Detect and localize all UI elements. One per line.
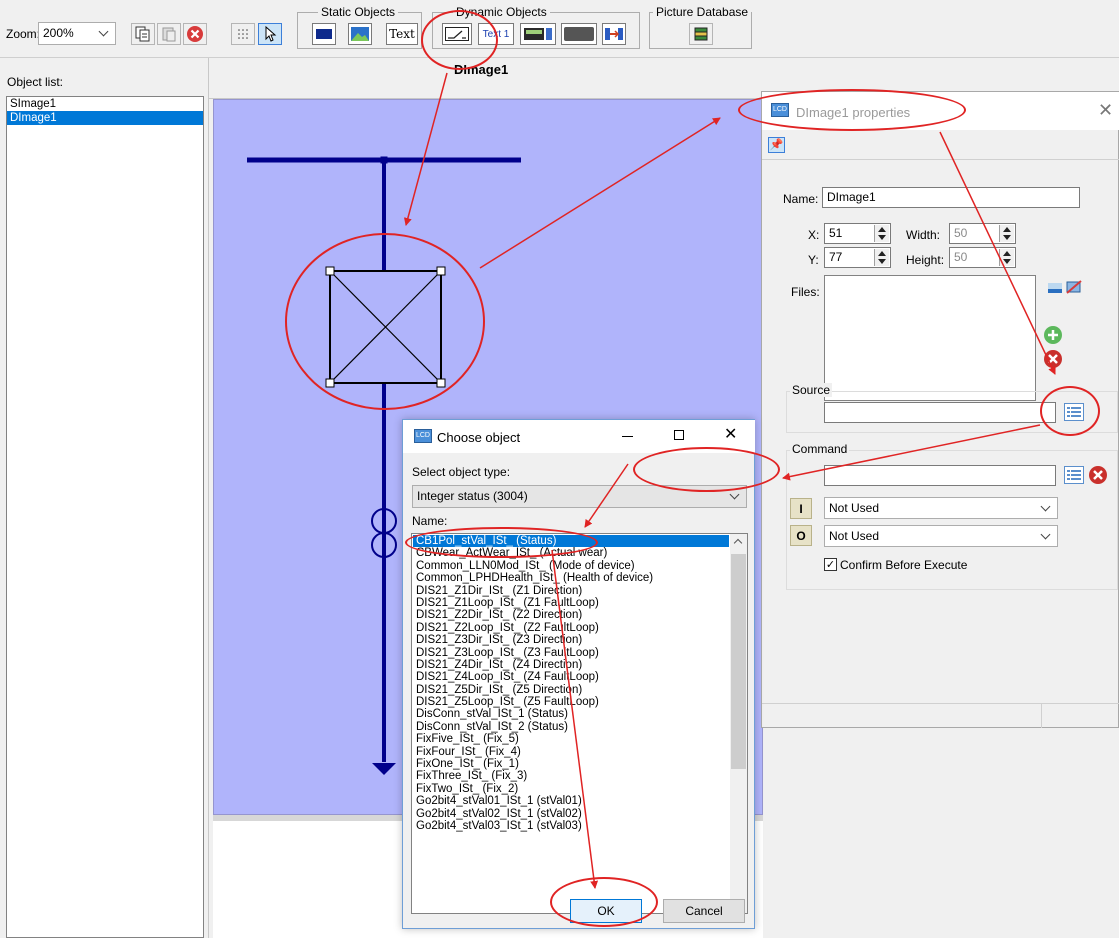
annotation-arrows: [403, 72, 1056, 889]
annotation-arrow-title-to-source: [939, 131, 1056, 375]
annotation-arrow-breaker-to-properties: [479, 117, 721, 269]
annotation-arrow-list-to-ok: [551, 549, 599, 889]
annotation-arrow-icon-to-breaker: [403, 72, 448, 226]
annotation-arrow-type-to-list: [584, 463, 629, 528]
annotation-arrow-source-to-command: [782, 424, 1041, 481]
